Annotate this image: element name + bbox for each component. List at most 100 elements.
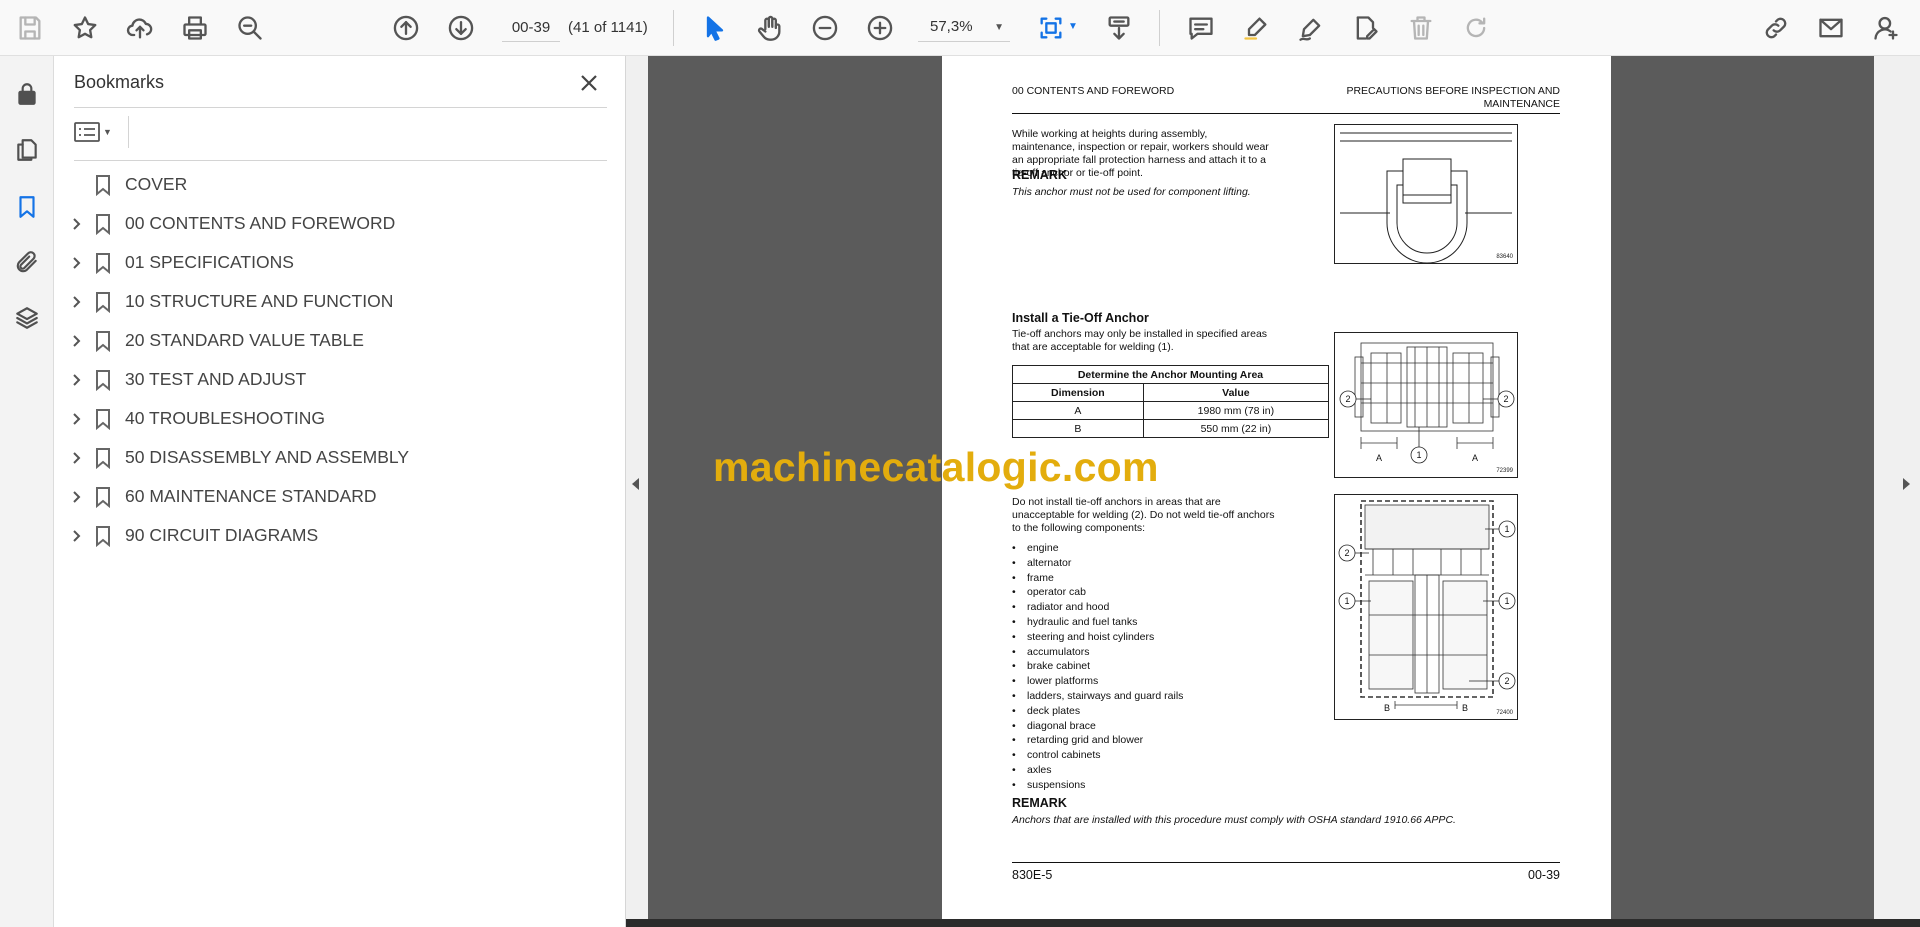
find-zoom-icon[interactable]	[232, 10, 268, 46]
signature-pen-icon[interactable]	[1293, 10, 1329, 46]
email-icon[interactable]	[1813, 10, 1849, 46]
bookmark-item[interactable]: 60 MAINTENANCE STANDARD	[54, 477, 626, 516]
component-list-item: engine	[1012, 541, 1312, 556]
callout-2-left: 2	[1345, 394, 1350, 404]
callout-1-top: 1	[1504, 524, 1509, 534]
zoom-level-dropdown[interactable]: 57,3% ▼	[918, 14, 1010, 42]
chevron-right-icon[interactable]	[70, 334, 84, 348]
fit-chevron-down-icon[interactable]: ▼	[1068, 21, 1078, 32]
chevron-right-icon[interactable]	[70, 373, 84, 387]
page-header-right: PRECAUTIONS BEFORE INSPECTION AND MAINTE…	[1300, 85, 1560, 111]
callout-2-right: 2	[1503, 394, 1508, 404]
component-list: enginealternatorframeoperator cabradiato…	[1012, 541, 1312, 793]
frame-area-a-figure: 2 2 1 A A 72399	[1334, 332, 1518, 478]
share-link-icon[interactable]	[1758, 10, 1794, 46]
dim-a-right: A	[1472, 453, 1478, 463]
callout-1-right: 1	[1504, 596, 1509, 606]
bookmark-label: 30 TEST AND ADJUST	[125, 369, 307, 389]
chevron-right-icon[interactable]	[70, 256, 84, 270]
component-list-item: lower platforms	[1012, 674, 1312, 689]
component-list-item: suspensions	[1012, 778, 1312, 793]
page-number-input[interactable]	[502, 14, 560, 42]
chevron-right-icon[interactable]	[70, 451, 84, 465]
bookmark-item[interactable]: 01 SPECIFICATIONS	[54, 243, 626, 282]
callout-1: 1	[1416, 450, 1421, 460]
delete-trash-icon[interactable]	[1403, 10, 1439, 46]
attachments-icon[interactable]	[9, 244, 45, 280]
edit-document-icon[interactable]	[1348, 10, 1384, 46]
component-list-item: radiator and hood	[1012, 600, 1312, 615]
redo-icon[interactable]	[1458, 10, 1494, 46]
hand-tool-icon[interactable]	[752, 10, 788, 46]
layers-icon[interactable]	[9, 300, 45, 336]
close-panel-icon[interactable]	[576, 70, 602, 96]
zoom-out-icon[interactable]	[807, 10, 843, 46]
page-thumbnails-icon[interactable]	[9, 132, 45, 168]
lock-icon[interactable]	[9, 76, 45, 112]
table-header-value: Value	[1142, 383, 1330, 402]
bookmark-label: 90 CIRCUIT DIAGRAMS	[125, 525, 319, 545]
bookmark-item[interactable]: 90 CIRCUIT DIAGRAMS	[54, 516, 626, 555]
chevron-right-icon[interactable]	[70, 529, 84, 543]
select-cursor-icon[interactable]	[697, 10, 733, 46]
bookmark-star-icon[interactable]	[67, 10, 103, 46]
table-cell: B	[1012, 419, 1144, 438]
bottom-taskbar-strip	[626, 919, 1920, 927]
previous-page-icon[interactable]	[388, 10, 424, 46]
chevron-right-icon[interactable]	[70, 490, 84, 504]
page-header-left: 00 CONTENTS AND FOREWORD	[1012, 85, 1175, 97]
highlight-pen-icon[interactable]	[1238, 10, 1274, 46]
expand-right-panel-button[interactable]	[1874, 56, 1920, 919]
install-paragraph: Tie-off anchors may only be installed in…	[1012, 328, 1268, 353]
component-list-item: retarding grid and blower	[1012, 733, 1312, 748]
table-header-dimension: Dimension	[1012, 383, 1144, 402]
component-list-item: accumulators	[1012, 645, 1312, 660]
component-list-item: alternator	[1012, 556, 1312, 571]
warning-paragraph: Do not install tie-off anchors in areas …	[1012, 496, 1275, 534]
chevron-right-icon[interactable]	[70, 217, 84, 231]
bookmarks-icon[interactable]	[9, 189, 45, 225]
chevron-right-icon[interactable]	[70, 295, 84, 309]
bookmark-item[interactable]: 30 TEST AND ADJUST	[54, 360, 626, 399]
comment-icon[interactable]	[1183, 10, 1219, 46]
bookmark-item[interactable]: 00 CONTENTS AND FOREWORD	[54, 204, 626, 243]
table-row: A 1980 mm (78 in)	[1012, 401, 1330, 420]
bookmark-options-button[interactable]: ▼	[74, 118, 120, 146]
bookmark-item[interactable]: 20 STANDARD VALUE TABLE	[54, 321, 626, 360]
bookmark-icon	[94, 525, 112, 547]
component-list-item: diagonal brace	[1012, 719, 1312, 734]
watermark-text: machinecatalogic.com	[713, 444, 1159, 490]
toolbar-divider	[1159, 10, 1160, 46]
bookmark-label: 20 STANDARD VALUE TABLE	[125, 330, 364, 350]
page-footer-right: 00-39	[1528, 868, 1560, 882]
add-user-icon[interactable]	[1868, 10, 1904, 46]
bookmark-icon	[94, 486, 112, 508]
component-list-item: hydraulic and fuel tanks	[1012, 615, 1312, 630]
table-row: B 550 mm (22 in)	[1012, 419, 1330, 438]
page-header-right-line2: MAINTENANCE	[1483, 98, 1560, 110]
dim-b-right: B	[1462, 703, 1468, 713]
save-icon[interactable]	[12, 10, 48, 46]
bookmark-item[interactable]: 10 STRUCTURE AND FUNCTION	[54, 282, 626, 321]
bookmark-label: 50 DISASSEMBLY AND ASSEMBLY	[125, 447, 410, 467]
fit-page-icon[interactable]	[1033, 10, 1069, 46]
component-list-item: deck plates	[1012, 704, 1312, 719]
bookmark-label: 01 SPECIFICATIONS	[125, 252, 294, 272]
cloud-upload-icon[interactable]	[122, 10, 158, 46]
figure-code: 83640	[1496, 254, 1513, 260]
chevron-right-icon	[1903, 478, 1910, 490]
chevron-left-icon	[632, 478, 639, 490]
zoom-level-value: 57,3%	[930, 18, 973, 35]
table-title: Determine the Anchor Mounting Area	[1012, 365, 1329, 384]
zoom-in-icon[interactable]	[862, 10, 898, 46]
dim-a-left: A	[1376, 453, 1382, 463]
bookmark-item[interactable]: 50 DISASSEMBLY AND ASSEMBLY	[54, 438, 626, 477]
next-page-icon[interactable]	[443, 10, 479, 46]
collapse-left-panel-button[interactable]	[626, 56, 648, 919]
chevron-right-icon[interactable]	[70, 412, 84, 426]
d-ring-anchor-drawing	[1340, 132, 1512, 264]
print-icon[interactable]	[177, 10, 213, 46]
bookmark-item[interactable]: COVER	[54, 165, 626, 204]
bookmark-item[interactable]: 40 TROUBLESHOOTING	[54, 399, 626, 438]
scroll-mode-icon[interactable]	[1101, 10, 1137, 46]
